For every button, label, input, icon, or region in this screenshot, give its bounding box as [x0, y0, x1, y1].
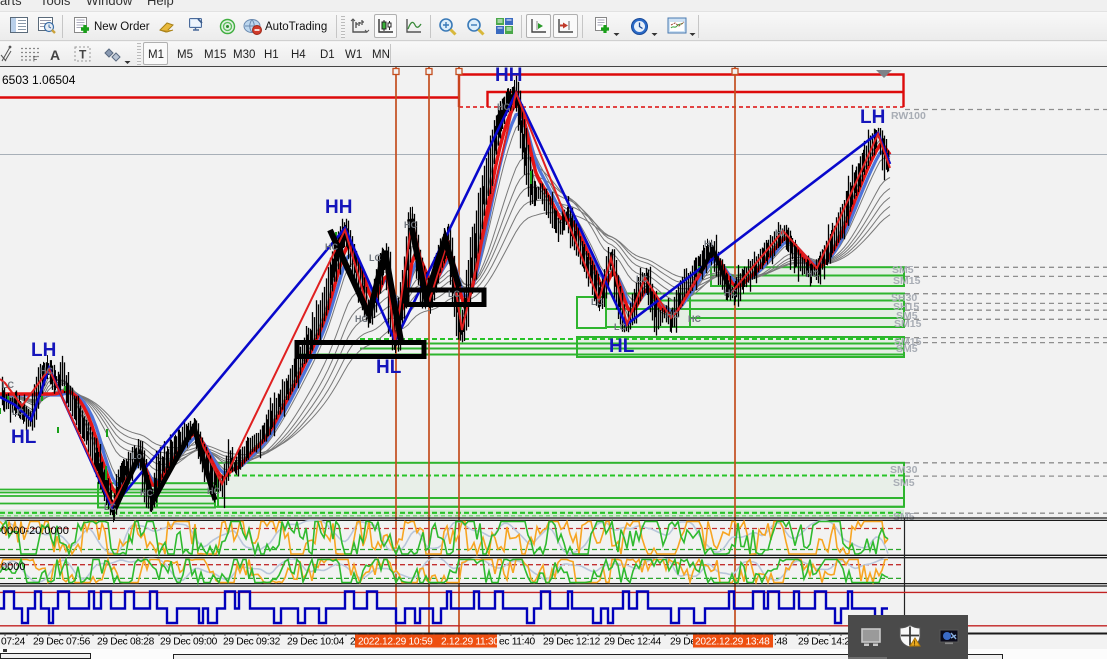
- svg-text:LH: LH: [31, 340, 56, 361]
- svg-text:HC: HC: [666, 310, 679, 320]
- svg-text:HL: HL: [609, 336, 635, 357]
- svg-text:2.12.29 11:30: 2.12.29 11:30: [441, 637, 499, 648]
- svg-text:HC: HC: [404, 220, 417, 230]
- svg-text:HC: HC: [688, 314, 701, 324]
- svg-text:29 Dec 12:44: 29 Dec 12:44: [604, 637, 662, 648]
- svg-text:2022.12.29 13:48: 2022.12.29 13:48: [695, 637, 770, 648]
- svg-text:HC: HC: [40, 366, 53, 376]
- svg-text:ec 11:40: ec 11:40: [499, 637, 536, 648]
- svg-text:LC: LC: [369, 253, 381, 263]
- svg-text:HC: HC: [207, 486, 220, 496]
- svg-text:SM5: SM5: [893, 511, 915, 523]
- svg-text:HC: HC: [325, 242, 338, 252]
- svg-text:Hi: Hi: [704, 239, 713, 249]
- svg-text:HC: HC: [140, 488, 153, 498]
- svg-text::48: :48: [774, 637, 788, 648]
- svg-text:SM5: SM5: [893, 477, 915, 489]
- svg-text:SM30: SM30: [890, 464, 918, 476]
- svg-text:HL: HL: [376, 357, 402, 378]
- svg-text:SM15: SM15: [893, 275, 921, 287]
- svg-text:LC: LC: [636, 274, 648, 284]
- svg-text:6503 1.06504: 6503 1.06504: [2, 73, 76, 87]
- svg-text:SM5: SM5: [896, 343, 918, 355]
- svg-text:HH: HH: [325, 197, 352, 218]
- svg-text:07:24: 07:24: [1, 637, 26, 648]
- svg-text:LC: LC: [12, 407, 24, 417]
- svg-text:LH: LH: [860, 107, 885, 128]
- svg-text:29 Dec 09:32: 29 Dec 09:32: [223, 637, 281, 648]
- svg-text:29 Dec 12:12: 29 Dec 12:12: [543, 637, 601, 648]
- svg-text:0000-20.0000: 0000-20.0000: [1, 525, 69, 537]
- svg-text:HC: HC: [806, 269, 819, 279]
- svg-text:LC: LC: [2, 380, 14, 390]
- svg-text:HC: HC: [355, 314, 368, 324]
- svg-text:SM15: SM15: [894, 318, 922, 330]
- svg-text:HH: HH: [495, 65, 522, 86]
- svg-text:!: !: [913, 641, 915, 648]
- svg-text:RW100: RW100: [891, 110, 926, 122]
- svg-text:LC: LC: [104, 502, 116, 512]
- svg-text:HL: HL: [11, 427, 37, 448]
- svg-text:2022.12.29 10:59: 2022.12.29 10:59: [358, 637, 433, 648]
- svg-text:HC: HC: [497, 102, 510, 112]
- svg-text:LC: LC: [591, 297, 603, 307]
- svg-text:29 Dec 07:56: 29 Dec 07:56: [33, 637, 91, 648]
- svg-text:HC: HC: [724, 288, 737, 298]
- svg-text:29 Dec 10:04: 29 Dec 10:04: [287, 637, 345, 648]
- svg-text:Lo: Lo: [131, 451, 142, 461]
- svg-text:29 Dec 14:2: 29 Dec 14:2: [798, 637, 850, 648]
- svg-text:29 De: 29 De: [670, 637, 696, 648]
- svg-text:Hi: Hi: [775, 228, 784, 238]
- svg-text:LC: LC: [448, 289, 460, 299]
- svg-text:LC: LC: [614, 322, 626, 332]
- svg-text:29 Dec 08:28: 29 Dec 08:28: [97, 637, 155, 648]
- svg-text:29 Dec 09:00: 29 Dec 09:00: [160, 637, 218, 648]
- svg-text:0000: 0000: [1, 561, 25, 573]
